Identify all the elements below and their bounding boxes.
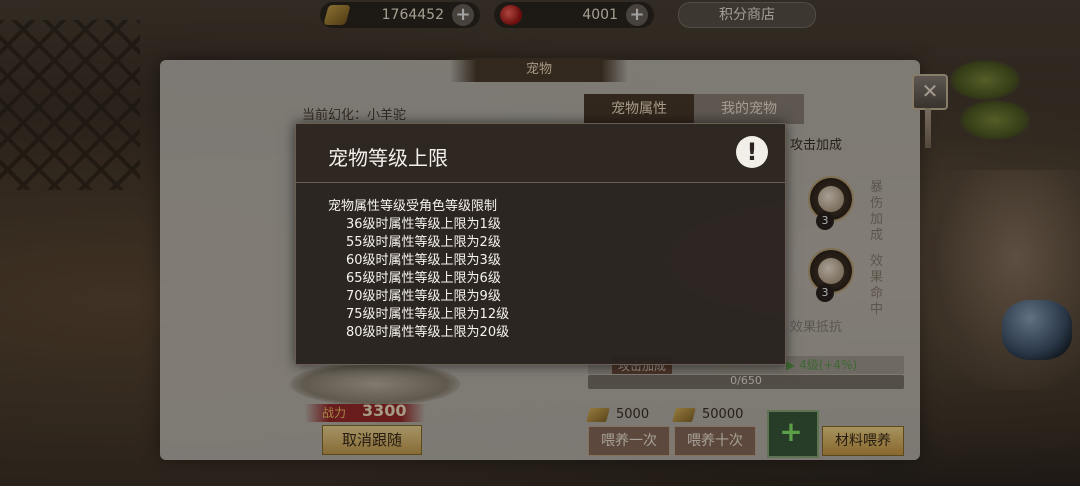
effect-hit-skill[interactable]: 3: [808, 248, 854, 302]
crit-damage-icon: [818, 186, 844, 212]
ruby-resource: 4001 +: [494, 2, 654, 28]
background-tower: [0, 20, 140, 190]
panel-title: 宠物: [450, 58, 628, 82]
gold-ingot-icon: [586, 407, 610, 422]
level-rule: 55级时属性等级上限为2级: [346, 235, 501, 250]
effect-hit-icon: [818, 258, 844, 284]
next-level-value: 4级(+4%): [799, 358, 858, 372]
add-ruby-button[interactable]: +: [626, 4, 648, 26]
feed-ten-cost-value: 50000: [702, 407, 744, 422]
skill-name-line: 暴伤: [870, 180, 884, 211]
skill-level-badge: 3: [816, 284, 834, 302]
gold-ingot-icon: [672, 407, 696, 422]
tab-pet-attributes[interactable]: 宠物属性: [584, 94, 694, 124]
feed-ten-cost: 50000: [672, 407, 744, 422]
gold-ingot-icon: [323, 5, 351, 25]
skill-name-line: 命中: [870, 286, 884, 317]
background-bush: [950, 60, 1020, 100]
resource-bar: 1764452 + 4001 + 积分商店: [320, 0, 816, 30]
attack-bonus-label: 攻击加成: [790, 138, 843, 153]
power-label: 战力: [322, 406, 347, 420]
dialog-intro: 宠物属性等级受角色等级限制: [328, 199, 498, 214]
level-rule: 70级时属性等级上限为9级: [346, 289, 501, 304]
background-anvil: [1002, 300, 1072, 360]
exp-progress-text: 0/650: [730, 374, 762, 387]
background-bush: [960, 100, 1030, 140]
effect-resist-label: 效果抵抗: [790, 320, 843, 335]
level-rule: 36级时属性等级上限为1级: [346, 217, 501, 232]
pet-pedestal: [290, 362, 460, 406]
feed-once-cost: 5000: [586, 407, 650, 422]
power-value: 3300: [362, 401, 407, 420]
ruby-amount: 4001: [582, 7, 618, 23]
effect-hit-label: 效果 命中: [870, 254, 890, 318]
close-chain-decoration: [925, 108, 931, 148]
close-button[interactable]: ✕: [912, 74, 948, 110]
feed-once-button[interactable]: 喂养一次: [588, 426, 670, 456]
arrow-right-icon: ▶: [786, 358, 796, 372]
level-rule: 75级时属性等级上限为12级: [346, 307, 510, 322]
tab-my-pets[interactable]: 我的宠物: [694, 94, 804, 124]
crit-damage-label: 暴伤 加成: [870, 180, 890, 244]
dialog-header: 宠物等级上限: [296, 124, 785, 183]
upgrade-next-level: ▶ 4级(+4%): [786, 356, 857, 373]
level-rule: 60级时属性等级上限为3级: [346, 253, 501, 268]
dialog-body: 宠物属性等级受角色等级限制 36级时属性等级上限为1级 55级时属性等级上限为2…: [328, 198, 509, 342]
crit-damage-skill[interactable]: 3: [808, 176, 854, 230]
ruby-icon: [500, 5, 522, 25]
warning-icon: !: [736, 136, 768, 168]
level-rule: 65级时属性等级上限为6级: [346, 271, 501, 286]
feed-ten-button[interactable]: 喂养十次: [674, 426, 756, 456]
gold-resource: 1764452 +: [320, 2, 480, 28]
skill-level-badge: 3: [816, 212, 834, 230]
dialog-title: 宠物等级上限: [328, 146, 448, 170]
points-shop-button[interactable]: 积分商店: [678, 2, 816, 28]
current-form-label: 当前幻化：小羊驼: [302, 108, 407, 123]
level-limit-dialog: 宠物等级上限 宠物属性等级受角色等级限制 36级时属性等级上限为1级 55级时属…: [295, 123, 786, 365]
material-feed-button[interactable]: 材料喂养: [822, 426, 904, 456]
add-gold-button[interactable]: +: [452, 4, 474, 26]
skill-name-line: 效果: [870, 254, 884, 285]
unfollow-button[interactable]: 取消跟随: [322, 425, 422, 455]
feed-once-cost-value: 5000: [616, 407, 650, 422]
gold-amount: 1764452: [381, 7, 444, 23]
skill-name-line: 加成: [870, 212, 884, 243]
level-rule: 80级时属性等级上限为20级: [346, 325, 510, 340]
add-material-icon[interactable]: +: [778, 418, 804, 446]
